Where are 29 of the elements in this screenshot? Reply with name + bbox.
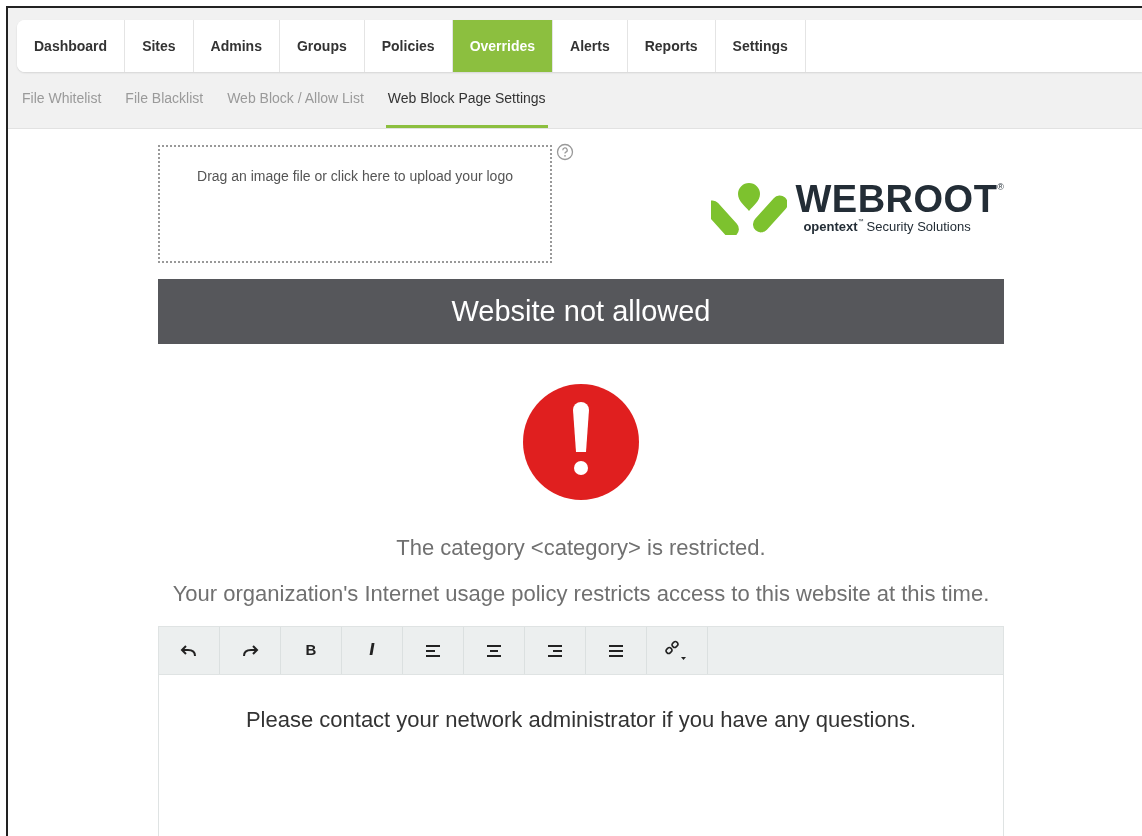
logo-wordmark: WEBROOT	[795, 181, 998, 217]
nav-tab[interactable]: Reports	[627, 20, 716, 72]
nav-tab[interactable]: Admins	[193, 20, 280, 72]
logo-mark-icon	[711, 182, 788, 235]
undo-icon	[179, 642, 199, 659]
sub-tab[interactable]: Web Block Page Settings	[385, 72, 548, 128]
nav-tab[interactable]: Policies	[364, 20, 453, 72]
help-icon[interactable]	[556, 143, 574, 161]
nav-tab[interactable]: Groups	[279, 20, 365, 72]
company-name: opentext	[803, 218, 858, 236]
nav-tab[interactable]: Settings	[715, 20, 806, 72]
format-italic-button[interactable]: I	[342, 627, 403, 674]
message-text: The category <category> is restricted.	[395, 534, 767, 562]
page-banner: Website not allowed	[158, 279, 1004, 344]
redo-icon	[240, 642, 260, 659]
message-text: Your organization's Internet usage policy restricts access to this website at this time.	[171, 580, 991, 608]
logo-tagline: Security Solutions	[866, 218, 971, 236]
nav-tab[interactable]: Sites	[125, 20, 194, 72]
upload-dropzone[interactable]: Drag an image file or click here to upload your logo	[158, 145, 552, 263]
format-bold-button[interactable]: B	[281, 627, 342, 674]
editor-text[interactable]: Please contact your network administrator if you have any questions.	[158, 675, 1004, 836]
align-center-icon	[484, 642, 504, 659]
nav-tab[interactable]: Alerts	[553, 20, 628, 72]
justify-icon	[606, 642, 626, 659]
nav-tab[interactable]: Dashboard	[17, 20, 126, 72]
registered-mark: ®	[997, 181, 1004, 192]
align-right-icon	[545, 642, 565, 659]
warning-icon	[523, 384, 639, 500]
align-left-icon	[423, 642, 443, 659]
